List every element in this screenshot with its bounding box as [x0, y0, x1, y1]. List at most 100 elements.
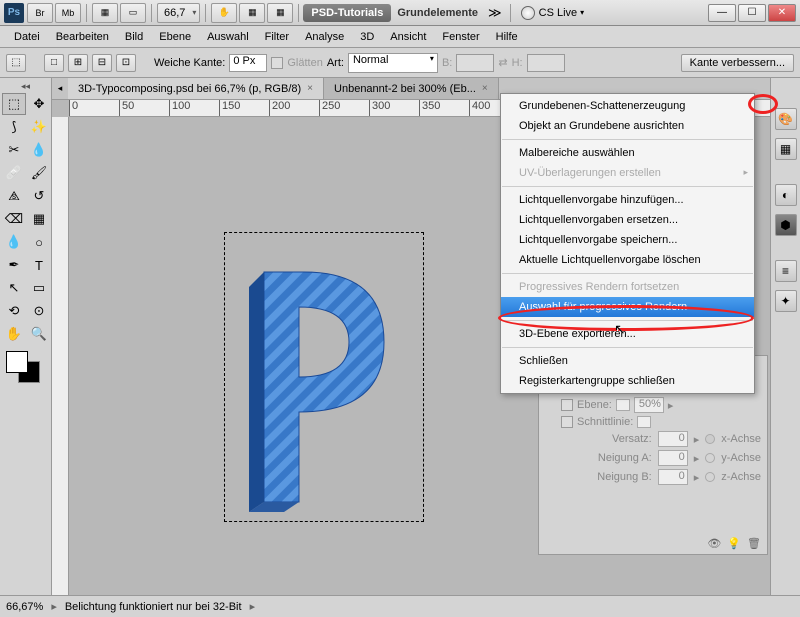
- selection-add-icon[interactable]: ⊞: [68, 54, 88, 72]
- move-tool[interactable]: ✥: [27, 93, 51, 115]
- marquee-tool-icon[interactable]: ⬚: [6, 54, 26, 72]
- foreground-color[interactable]: [6, 351, 28, 373]
- refine-edge-button[interactable]: Kante verbessern...: [681, 54, 794, 72]
- shape-tool[interactable]: ▭: [27, 277, 51, 299]
- eraser-tool[interactable]: ⌫: [2, 208, 26, 230]
- 3d-rotate-tool[interactable]: ⟲: [2, 300, 26, 322]
- document-tab-1[interactable]: 3D-Typocomposing.psd bei 66,7% (p, RGB/8…: [68, 78, 324, 99]
- cm-uv-overlays: UV-Überlagerungen erstellen: [501, 163, 754, 183]
- maximize-button[interactable]: ☐: [738, 4, 766, 22]
- swatches-panel-icon[interactable]: ▦: [775, 138, 797, 160]
- eyedropper-tool[interactable]: 💧: [27, 139, 51, 161]
- workspace-other[interactable]: Grundelemente: [391, 7, 484, 19]
- minibridge-button[interactable]: Mb: [55, 3, 81, 23]
- menu-analyse[interactable]: Analyse: [297, 28, 352, 46]
- cm-snap-ground[interactable]: Objekt an Grundebene ausrichten: [501, 116, 754, 136]
- stamp-tool[interactable]: ⧌: [2, 185, 26, 207]
- gradient-tool[interactable]: ▦: [27, 208, 51, 230]
- panel-toggle-icon[interactable]: 👁: [707, 537, 721, 550]
- tilta-label: Neigung A:: [598, 452, 652, 464]
- cm-delete-light[interactable]: Aktuelle Lichtquellenvorgabe löschen: [501, 250, 754, 270]
- healing-tool[interactable]: 🩹: [2, 162, 26, 184]
- tiltb-value: 0: [658, 469, 688, 485]
- height-input: [527, 54, 565, 72]
- xaxis-label: x-Achse: [721, 433, 761, 445]
- document-tab-2[interactable]: Unbenannt-2 bei 300% (Eb...×: [324, 78, 499, 99]
- zaxis-label: z-Achse: [721, 471, 761, 483]
- cm-ground-shadow[interactable]: Grundebenen-Schattenerzeugung: [501, 96, 754, 116]
- arrange-icon[interactable]: ▦: [92, 3, 118, 23]
- feather-input[interactable]: 0 Px: [229, 54, 267, 72]
- screenmode-icon[interactable]: ▭: [120, 3, 146, 23]
- more-icon[interactable]: ≫: [488, 5, 502, 21]
- type-tool[interactable]: T: [27, 254, 51, 276]
- cm-resume-render: Progressives Rendern fortsetzen: [501, 277, 754, 297]
- adjustments-panel-icon[interactable]: ◐: [775, 184, 797, 206]
- close-button[interactable]: ✕: [768, 4, 796, 22]
- tools-panel-icon[interactable]: ✦: [775, 290, 797, 312]
- panel-light-icon[interactable]: 💡: [727, 537, 741, 550]
- zaxis-radio: [705, 472, 715, 482]
- intersect-color: [637, 416, 651, 428]
- blur-tool[interactable]: 💧: [2, 231, 26, 253]
- xaxis-radio: [705, 434, 715, 444]
- cm-export-3d[interactable]: 3D-Ebene exportieren...: [501, 324, 754, 344]
- menu-bearbeiten[interactable]: Bearbeiten: [48, 28, 117, 46]
- menu-datei[interactable]: Datei: [6, 28, 48, 46]
- cm-replace-lights[interactable]: Lichtquellenvorgaben ersetzen...: [501, 210, 754, 230]
- extras-icon[interactable]: ▦: [239, 3, 265, 23]
- close-tab-icon[interactable]: ×: [307, 83, 313, 94]
- minimize-button[interactable]: —: [708, 4, 736, 22]
- hand-icon[interactable]: ✋: [211, 3, 237, 23]
- cm-close-group[interactable]: Registerkartengruppe schließen: [501, 371, 754, 391]
- close-tab-icon[interactable]: ×: [482, 83, 488, 94]
- feather-label: Weiche Kante:: [154, 57, 225, 69]
- menu-filter[interactable]: Filter: [257, 28, 297, 46]
- cslive-button[interactable]: CS Live ▾: [521, 6, 585, 20]
- dodge-tool[interactable]: ○: [27, 231, 51, 253]
- style-select[interactable]: Normal: [348, 53, 438, 73]
- 3d-panel-icon[interactable]: ⬢: [775, 214, 797, 236]
- cm-add-light[interactable]: Lichtquellenvorgabe hinzufügen...: [501, 190, 754, 210]
- history-brush-tool[interactable]: ↺: [27, 185, 51, 207]
- zoom-tool[interactable]: 🔍: [27, 323, 51, 345]
- cm-selection-render[interactable]: Auswahl für progressives Rendern: [501, 297, 754, 317]
- panel-context-menu: Grundebenen-Schattenerzeugung Objekt an …: [500, 93, 755, 394]
- cm-save-light[interactable]: Lichtquellenvorgabe speichern...: [501, 230, 754, 250]
- path-tool[interactable]: ↖: [2, 277, 26, 299]
- panel-trash-icon[interactable]: 🗑: [747, 537, 761, 550]
- menu-auswahl[interactable]: Auswahl: [199, 28, 257, 46]
- crop-tool[interactable]: ✂: [2, 139, 26, 161]
- menu-ebene[interactable]: Ebene: [151, 28, 199, 46]
- wand-tool[interactable]: ✨: [27, 116, 51, 138]
- bridge-button[interactable]: Br: [27, 3, 53, 23]
- menu-hilfe[interactable]: Hilfe: [488, 28, 526, 46]
- menu-ansicht[interactable]: Ansicht: [382, 28, 434, 46]
- guides-icon[interactable]: ▦: [267, 3, 293, 23]
- color-swatches[interactable]: [6, 351, 46, 387]
- options-bar: ⬚ □ ⊞ ⊟ ⊡ Weiche Kante: 0 Px Glätten Art…: [0, 48, 800, 78]
- 3d-camera-tool[interactable]: ⊙: [27, 300, 51, 322]
- tab-arrow-icon[interactable]: ◂: [52, 78, 68, 99]
- menu-3d[interactable]: 3D: [352, 28, 382, 46]
- zoom-dropdown[interactable]: 66,7: [157, 3, 200, 23]
- selection-subtract-icon[interactable]: ⊟: [92, 54, 112, 72]
- menu-bild[interactable]: Bild: [117, 28, 151, 46]
- menu-fenster[interactable]: Fenster: [434, 28, 487, 46]
- cm-close[interactable]: Schließen: [501, 351, 754, 371]
- brush-tool[interactable]: 🖌: [27, 162, 51, 184]
- marquee-tool[interactable]: ⬚: [2, 93, 26, 115]
- hand-tool[interactable]: ✋: [2, 323, 26, 345]
- toolbox: ◂◂ ⬚ ✥ ⟆ ✨ ✂ 💧 🩹 🖌 ⧌ ↺ ⌫ ▦ 💧 ○ ✒ T ↖ ▭ ⟲…: [0, 78, 52, 595]
- status-zoom[interactable]: 66,67%: [6, 601, 43, 613]
- workspace-active[interactable]: PSD-Tutorials: [303, 4, 391, 22]
- pen-tool[interactable]: ✒: [2, 254, 26, 276]
- color-panel-icon[interactable]: 🎨: [775, 108, 797, 130]
- layers-panel-icon[interactable]: ≡: [775, 260, 797, 282]
- cm-select-paintable[interactable]: Malbereiche auswählen: [501, 143, 754, 163]
- canvas-3d-letter: [244, 262, 404, 512]
- lasso-tool[interactable]: ⟆: [2, 116, 26, 138]
- selection-intersect-icon[interactable]: ⊡: [116, 54, 136, 72]
- right-dock: 🎨 ▦ ◐ ⬢ ≡ ✦: [770, 78, 800, 595]
- selection-new-icon[interactable]: □: [44, 54, 64, 72]
